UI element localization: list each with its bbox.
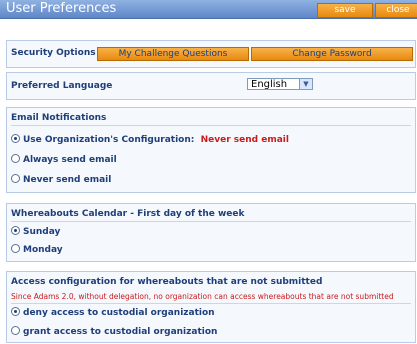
section-divider [11,125,411,126]
section-divider [11,303,411,304]
radio-unchecked-icon[interactable] [11,244,20,253]
org-config-value: Never send email [200,135,289,145]
access-config-title: Access configuration for whereabouts tha… [11,277,323,287]
close-button[interactable]: close [375,3,417,18]
option-label: Never send email [23,175,112,185]
radio-unchecked-icon[interactable] [11,174,20,183]
option-label: Sunday [23,227,61,237]
save-button[interactable]: save [317,3,373,18]
radio-unchecked-icon[interactable] [11,154,20,163]
option-label: Always send email [23,155,117,165]
radio-checked-icon[interactable] [11,226,20,235]
window-title: User Preferences [6,1,117,16]
title-bar: User Preferences save close [0,0,417,19]
change-password-button[interactable]: Change Password [251,47,413,61]
option-label: Use Organization's Configuration: [23,135,195,145]
security-options-panel: Security Options My Challenge Questions … [6,40,416,68]
radio-unchecked-icon[interactable] [11,326,20,335]
email-notifications-panel: Email Notifications Use Organization's C… [6,107,416,193]
language-title: Preferred Language [11,81,113,91]
option-always-send[interactable]: Always send email [11,154,117,166]
challenge-questions-button[interactable]: My Challenge Questions [97,47,249,61]
calendar-panel: Whereabouts Calendar - First day of the … [6,203,416,262]
language-select[interactable]: English ▼ [247,78,313,90]
language-selected-value: English [251,79,288,90]
calendar-title: Whereabouts Calendar - First day of the … [11,209,245,219]
access-config-panel: Access configuration for whereabouts tha… [6,271,416,343]
option-sunday[interactable]: Sunday [11,226,60,238]
option-deny-access[interactable]: deny access to custodial organization [11,307,215,319]
security-options-title: Security Options [11,48,96,58]
option-use-org-config[interactable]: Use Organization's Configuration: Never … [11,134,289,146]
language-panel: Preferred Language English ▼ [6,72,416,100]
access-note: Since Adams 2.0, without delegation, no … [11,292,394,301]
radio-checked-icon[interactable] [11,134,20,143]
radio-checked-icon[interactable] [11,307,20,316]
option-label: Monday [23,245,63,255]
option-monday[interactable]: Monday [11,244,63,256]
chevron-down-icon[interactable]: ▼ [299,79,312,89]
section-divider [11,221,411,222]
email-notifications-title: Email Notifications [11,113,107,123]
option-grant-access[interactable]: grant access to custodial organization [11,326,217,338]
option-label: grant access to custodial organization [23,327,218,337]
option-label: deny access to custodial organization [23,308,215,318]
option-never-send[interactable]: Never send email [11,174,111,186]
